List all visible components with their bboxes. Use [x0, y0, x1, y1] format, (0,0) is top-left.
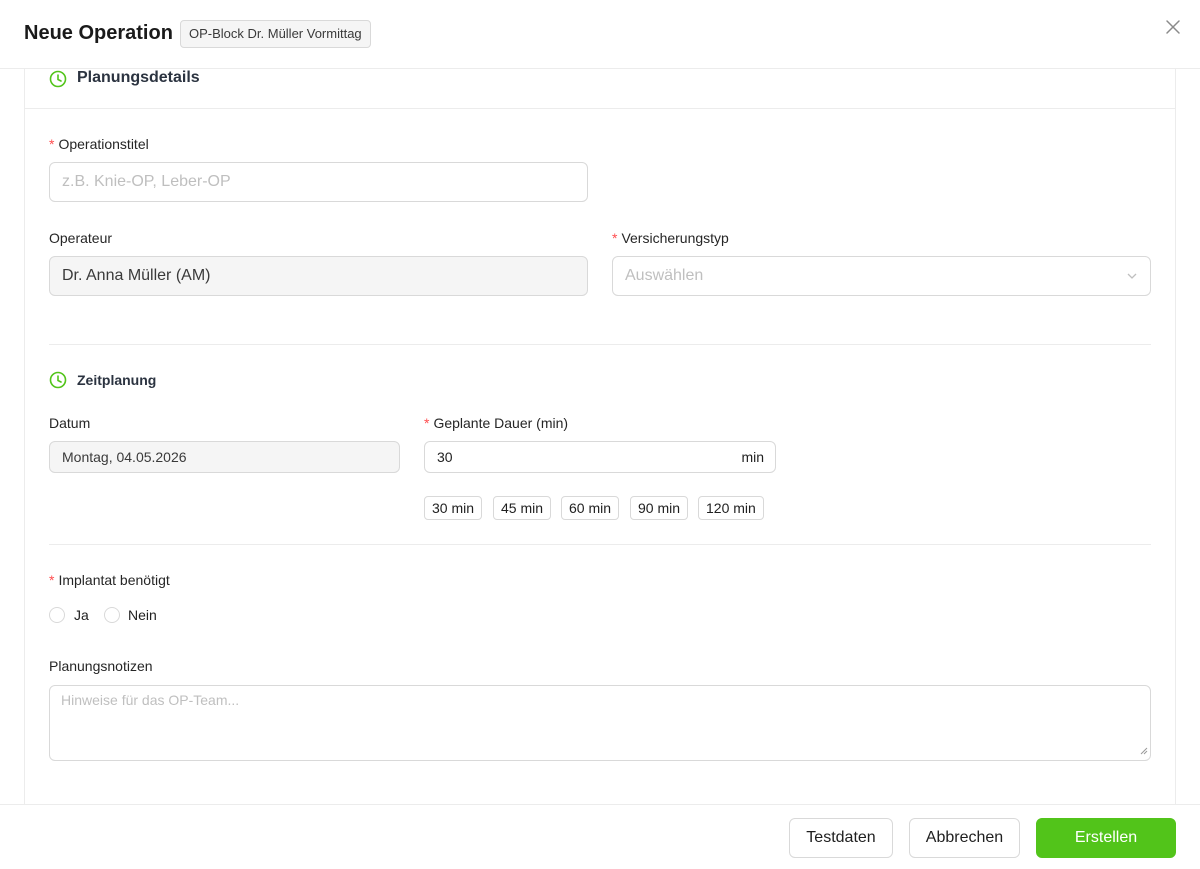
insurance-label: * Versicherungstyp	[612, 230, 729, 246]
duration-preset-90[interactable]: 90 min	[630, 496, 689, 520]
resize-handle-icon[interactable]	[1140, 742, 1148, 758]
notes-placeholder: Hinweise für das OP-Team...	[61, 692, 240, 708]
cancel-button[interactable]: Abbrechen	[909, 818, 1020, 858]
operator-field: Dr. Anna Müller (AM)	[49, 256, 588, 296]
duration-preset-120[interactable]: 120 min	[698, 496, 764, 520]
insurance-select-value: Auswählen	[625, 267, 704, 284]
create-button[interactable]: Erstellen	[1036, 818, 1176, 858]
notes-textarea[interactable]: Hinweise für das OP-Team...	[49, 685, 1151, 761]
section-divider	[49, 344, 1151, 345]
section-divider	[49, 544, 1151, 545]
required-asterisk: *	[49, 572, 55, 588]
insurance-select[interactable]: Auswählen	[612, 256, 1151, 296]
duration-label: * Geplante Dauer (min)	[424, 415, 569, 431]
implant-option-yes-label: Ja	[74, 607, 89, 623]
planning-card-header: Planungsdetails	[25, 69, 1175, 109]
date-field: Montag, 04.05.2026	[49, 441, 400, 473]
planning-card: Planungsdetails * Operationstitel z.B. Kn…	[24, 69, 1176, 804]
duration-value: 30	[437, 449, 453, 465]
title-input[interactable]: z.B. Knie-OP, Leber-OP	[49, 162, 588, 202]
modal-title: Neue Operation	[24, 22, 173, 44]
implant-label: * Implantat benötigt	[49, 572, 170, 588]
implant-radio-no[interactable]	[104, 607, 120, 623]
clock-icon	[49, 70, 67, 93]
required-asterisk: *	[424, 415, 430, 431]
chevron-down-icon	[1126, 269, 1138, 287]
modal-body[interactable]: Planungsdetails * Operationstitel z.B. Kn…	[0, 69, 1200, 804]
implant-radio-yes[interactable]	[49, 607, 65, 623]
required-asterisk: *	[612, 230, 618, 246]
duration-preset-60[interactable]: 60 min	[561, 496, 620, 520]
testdata-button[interactable]: Testdaten	[789, 818, 893, 858]
op-block-badge: OP-Block Dr. Müller Vormittag	[180, 20, 371, 48]
title-label: * Operationstitel	[49, 136, 149, 152]
modal-header: Neue Operation OP-Block Dr. Müller Vormi…	[0, 0, 1200, 69]
required-asterisk: *	[49, 136, 55, 152]
clock-icon	[49, 371, 67, 394]
duration-preset-30[interactable]: 30 min	[424, 496, 483, 520]
modal-footer: Testdaten Abbrechen Erstellen	[0, 804, 1200, 869]
duration-input[interactable]: 30 min	[424, 441, 776, 473]
date-label: Datum	[49, 415, 91, 431]
duration-suffix: min	[741, 449, 764, 465]
schedule-section-title: Zeitplanung	[77, 372, 157, 388]
planning-section-title: Planungsdetails	[77, 69, 200, 86]
implant-option-no-label: Nein	[128, 607, 157, 623]
duration-preset-45[interactable]: 45 min	[493, 496, 552, 520]
operator-label: Operateur	[49, 230, 113, 246]
close-icon[interactable]	[1162, 16, 1184, 38]
notes-label: Planungsnotizen	[49, 658, 153, 674]
